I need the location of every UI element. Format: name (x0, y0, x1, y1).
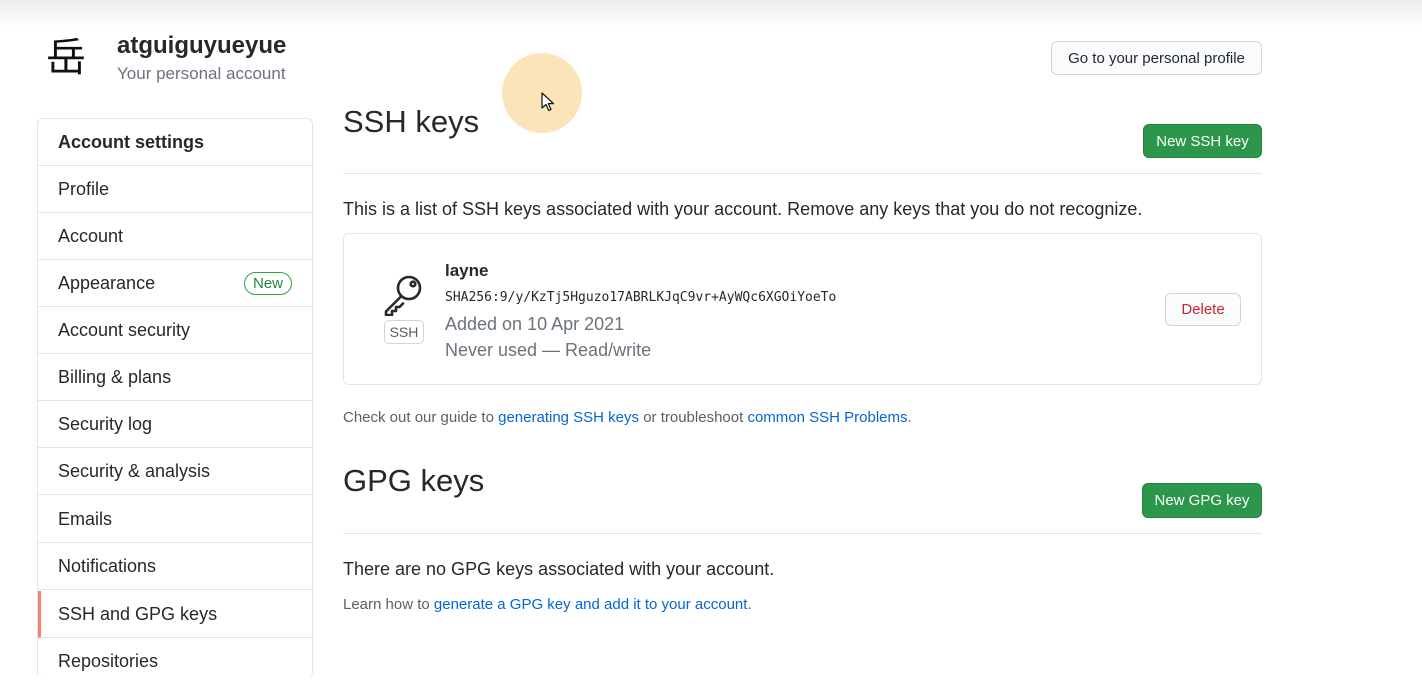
sidebar-item-security-analysis[interactable]: Security & analysis (38, 448, 312, 495)
sidebar-item-account[interactable]: Account (38, 213, 312, 260)
sidebar-item-emails[interactable]: Emails (38, 496, 312, 543)
key-added-date: Added on 10 Apr 2021 (445, 314, 625, 334)
personal-profile-button[interactable]: Go to your personal profile (1051, 41, 1262, 75)
sidebar-item-label: Notifications (58, 555, 157, 576)
sidebar-item-label: Account (58, 225, 124, 246)
help-suffix: . (907, 409, 912, 426)
divider (343, 533, 1262, 534)
gpg-empty-text: There are no GPG keys associated with yo… (343, 559, 775, 579)
sidebar-item-notifications[interactable]: Notifications (38, 543, 312, 590)
new-badge: New (243, 272, 292, 295)
key-type-label: SSH (384, 320, 424, 344)
help-prefix: Check out our guide to (343, 409, 494, 426)
sidebar-item-account-security[interactable]: Account security (38, 307, 312, 354)
sidebar-item-label: Billing & plans (58, 366, 172, 387)
sidebar-item-appearance[interactable]: Appearance New (38, 260, 312, 307)
sidebar-item-label: Account security (58, 319, 191, 340)
sidebar-item-profile[interactable]: Profile (38, 166, 312, 213)
key-title: layne (445, 261, 489, 280)
key-usage: Never used — Read/write (445, 340, 652, 360)
new-gpg-key-button[interactable]: New GPG key (1142, 483, 1262, 518)
divider (343, 173, 1262, 174)
new-ssh-key-button[interactable]: New SSH key (1143, 124, 1262, 158)
sidebar-header: Account settings (38, 119, 312, 166)
sidebar-item-label: Profile (58, 178, 110, 199)
gpg-help-text: Learn how to generate a GPG key and add … (343, 596, 752, 613)
generate-gpg-key-link[interactable]: generate a GPG key and add it to your ac… (434, 596, 748, 613)
avatar[interactable]: 岳 (44, 36, 88, 80)
sidebar-item-billing[interactable]: Billing & plans (38, 354, 312, 401)
settings-sidebar: Account settings Profile Account Appeara… (37, 118, 313, 678)
key-fingerprint: SHA256:9/y/KzTj5Hguzo17ABRLKJqC9vr+AyWQc… (445, 290, 837, 305)
common-ssh-problems-link[interactable]: common SSH Problems (747, 409, 907, 426)
sidebar-item-label: Security & analysis (58, 460, 211, 481)
top-shade (0, 0, 1422, 28)
delete-key-button[interactable]: Delete (1165, 293, 1241, 326)
help-prefix: Learn how to (343, 596, 430, 613)
sidebar-item-security-log[interactable]: Security log (38, 401, 312, 448)
gpg-keys-title: GPG keys (343, 463, 485, 498)
ssh-key-item: SSH layne SHA256:9/y/KzTj5Hguzo17ABRLKJq… (343, 233, 1262, 385)
help-suffix: . (747, 596, 752, 613)
sidebar-item-label: Security log (58, 413, 153, 434)
mouse-cursor-icon (541, 92, 555, 112)
ssh-keys-title: SSH keys (343, 104, 480, 139)
sidebar-item-ssh-gpg-keys[interactable]: SSH and GPG keys (38, 591, 312, 638)
sidebar-item-label: Appearance (58, 272, 156, 293)
generating-ssh-keys-link[interactable]: generating SSH keys (498, 409, 639, 426)
account-name[interactable]: atguiguyueyue (117, 32, 286, 60)
key-icon (384, 275, 422, 316)
ssh-intro-text: This is a list of SSH keys associated wi… (343, 199, 1143, 219)
sidebar-item-label: Repositories (58, 651, 159, 671)
account-subtitle: Your personal account (117, 64, 286, 83)
sidebar-item-repositories[interactable]: Repositories (38, 638, 312, 685)
ssh-help-text: Check out our guide to generating SSH ke… (343, 409, 912, 426)
sidebar-item-label: SSH and GPG keys (58, 603, 218, 624)
sidebar-item-label: Emails (58, 508, 113, 529)
help-middle: or troubleshoot (643, 409, 744, 426)
